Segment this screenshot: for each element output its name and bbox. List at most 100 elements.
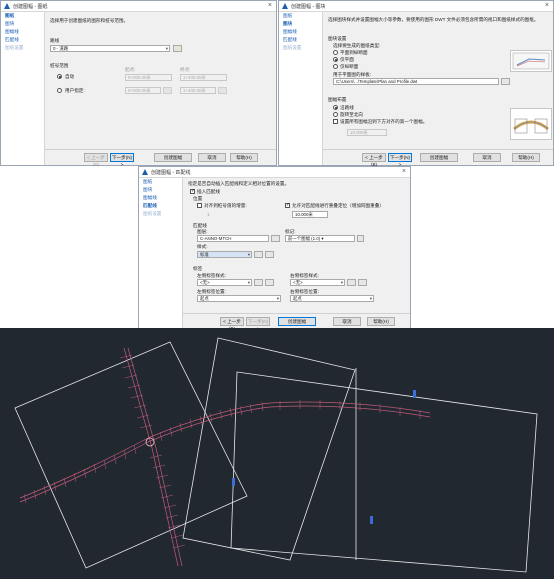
- create-button[interactable]: 创建图幅: [420, 153, 458, 162]
- style-edit-button[interactable]: [254, 251, 263, 258]
- back-button[interactable]: < 上一步(B): [220, 317, 244, 331]
- sheet-frame-3: [230, 371, 538, 573]
- overlap-field[interactable]: 10.000米: [347, 129, 387, 136]
- style-label: 样式:: [197, 244, 208, 249]
- cad-viewport[interactable]: [0, 328, 554, 579]
- road-alignment: [19, 401, 431, 499]
- pick-end-button[interactable]: [218, 87, 227, 94]
- cancel-button[interactable]: 取消: [473, 153, 501, 162]
- nav-sheet-lines[interactable]: 图幅线: [279, 28, 322, 36]
- wizard-nav: 图纸 图块 图幅线 匹配线 图纸设置: [139, 178, 183, 329]
- dialog-blocks: 创建图幅 - 图块 × 图纸 图块 图幅线 匹配线 图纸设置 选择图块样式并设置…: [278, 0, 554, 167]
- nav-blocks[interactable]: 图块: [1, 20, 44, 28]
- style-pick-button[interactable]: [265, 251, 274, 258]
- nav-settings[interactable]: 图纸设置: [139, 210, 182, 218]
- help-button[interactable]: 帮助(H): [512, 153, 540, 162]
- radio-profile-only[interactable]: [333, 64, 338, 69]
- nav-settings[interactable]: 图纸设置: [279, 44, 322, 52]
- back-button[interactable]: < 上一步(B): [362, 153, 386, 167]
- left-style-edit[interactable]: [254, 279, 263, 286]
- snap-value: 1: [207, 212, 210, 217]
- style-select[interactable]: 标准: [197, 251, 252, 258]
- left-style-pick[interactable]: [265, 279, 274, 286]
- pick-alignment-button[interactable]: [173, 45, 182, 52]
- help-button[interactable]: 帮助(H): [230, 153, 258, 162]
- nav-sheet-lines[interactable]: 图幅线: [1, 28, 44, 36]
- right-style-pick[interactable]: [358, 279, 367, 286]
- dialog-match-lines: 创建图幅 - 匹配线 × 图纸 图块 图幅线 匹配线 图纸设置 指定是否自动插入…: [138, 166, 411, 331]
- dialog-title: 创建图幅 - 图块: [291, 4, 326, 10]
- right-style-edit[interactable]: [347, 279, 356, 286]
- template-path[interactable]: C:\Users\...\Template\Plan and Profile.d…: [333, 78, 499, 85]
- close-icon[interactable]: ×: [268, 2, 272, 9]
- nav-sheets[interactable]: 图纸: [279, 12, 322, 20]
- snap-checkbox[interactable]: [197, 203, 202, 208]
- end-station: 1+400.00米: [180, 74, 227, 81]
- dialog-sheet: 创建图幅 - 图纸 × 图纸 图块 图幅线 匹配线 图纸设置 选择用于创建图纸的…: [0, 0, 277, 167]
- browse-button[interactable]: [501, 78, 510, 85]
- mark-spin-button[interactable]: [357, 235, 364, 242]
- road-hatch: [23, 354, 421, 549]
- snap-label: 对齐到桩号值的增量:: [204, 203, 247, 208]
- nav-blocks[interactable]: 图块: [279, 20, 322, 28]
- intro-text: 指定是否自动插入匹配线和定义相对位置的设置。: [188, 181, 290, 186]
- sheet-frame-2: [182, 337, 356, 561]
- create-button[interactable]: 创建图幅: [154, 153, 192, 162]
- button-bar: < 上一步(B) 下一步(N) > 创建图幅 取消 帮助(H): [45, 149, 276, 167]
- nav-sheets[interactable]: 图纸: [1, 12, 44, 20]
- cad-drawing[interactable]: [0, 328, 554, 579]
- allow-overlap-checkbox[interactable]: [285, 202, 290, 208]
- dialog-title: 创建图幅 - 匹配线: [151, 170, 191, 176]
- start-station: 0+000.00米: [125, 74, 172, 81]
- layer-field[interactable]: C-ANNO-MTCH: [197, 235, 269, 242]
- place-along: 沿路线: [340, 105, 354, 110]
- insert-match-checkbox[interactable]: [190, 188, 195, 194]
- next-button[interactable]: 下一步(N) >: [246, 317, 270, 331]
- back-button[interactable]: < 上一步(B): [84, 153, 108, 167]
- radio-auto[interactable]: [57, 74, 62, 79]
- help-button[interactable]: 帮助(H): [367, 317, 395, 326]
- radio-plan-profile[interactable]: [333, 50, 338, 55]
- app-icon: [4, 3, 10, 9]
- nav-match-lines[interactable]: 匹配线: [139, 202, 182, 210]
- radio-along-alignment[interactable]: [333, 105, 338, 110]
- placement-preview: [510, 108, 552, 140]
- placement-group-label: 图幅布置: [328, 97, 347, 102]
- title-bar: 创建图幅 - 匹配线 ×: [139, 167, 410, 178]
- cancel-button[interactable]: 取消: [198, 153, 226, 162]
- opt-plan-profile: 平面到纵断面: [340, 50, 368, 55]
- nav-sheets[interactable]: 图纸: [139, 178, 182, 186]
- alignment-select[interactable]: 0 - 道路: [50, 45, 170, 52]
- start-station-user[interactable]: 0+000.00米: [125, 87, 161, 94]
- left-style-select[interactable]: <无>: [197, 279, 252, 286]
- align-checkbox[interactable]: [333, 119, 338, 124]
- radio-user[interactable]: [57, 88, 62, 93]
- create-button[interactable]: 创建图幅: [278, 317, 316, 326]
- nav-match-lines[interactable]: 匹配线: [279, 36, 322, 44]
- wizard-nav: 图纸 图块 图幅线 匹配线 图纸设置: [1, 12, 45, 165]
- right-style-select[interactable]: <无>: [290, 279, 345, 286]
- left-pos-select[interactable]: 起点: [197, 295, 281, 302]
- app-icon: [142, 169, 148, 175]
- close-icon[interactable]: ×: [402, 168, 406, 175]
- close-icon[interactable]: ×: [545, 2, 549, 9]
- nav-blocks[interactable]: 图块: [139, 186, 182, 194]
- place-north: 旋转至北向: [340, 112, 363, 117]
- next-button[interactable]: 下一步(N) >: [110, 153, 134, 167]
- right-pos-select[interactable]: 起点: [290, 295, 374, 302]
- radio-plan-only[interactable]: [333, 57, 338, 62]
- alignment-label: 路线: [50, 38, 60, 43]
- nav-settings[interactable]: 图纸设置: [1, 44, 44, 52]
- layer-button[interactable]: [271, 235, 280, 242]
- title-bar: 创建图幅 - 图块 ×: [279, 1, 553, 12]
- cancel-button[interactable]: 取消: [333, 317, 361, 326]
- end-station-user[interactable]: 1+400.00米: [180, 87, 216, 94]
- mark-field[interactable]: 前一个图幅 (1.0) ▾: [285, 235, 355, 242]
- overlap-field[interactable]: 10.000米: [292, 211, 328, 218]
- radio-rotate-north[interactable]: [333, 112, 338, 117]
- nav-sheet-lines[interactable]: 图幅线: [139, 194, 182, 202]
- next-button[interactable]: 下一步(N) >: [388, 153, 412, 167]
- sheet-preview-icon: [512, 52, 550, 70]
- pick-start-button[interactable]: [163, 87, 172, 94]
- nav-match-lines[interactable]: 匹配线: [1, 36, 44, 44]
